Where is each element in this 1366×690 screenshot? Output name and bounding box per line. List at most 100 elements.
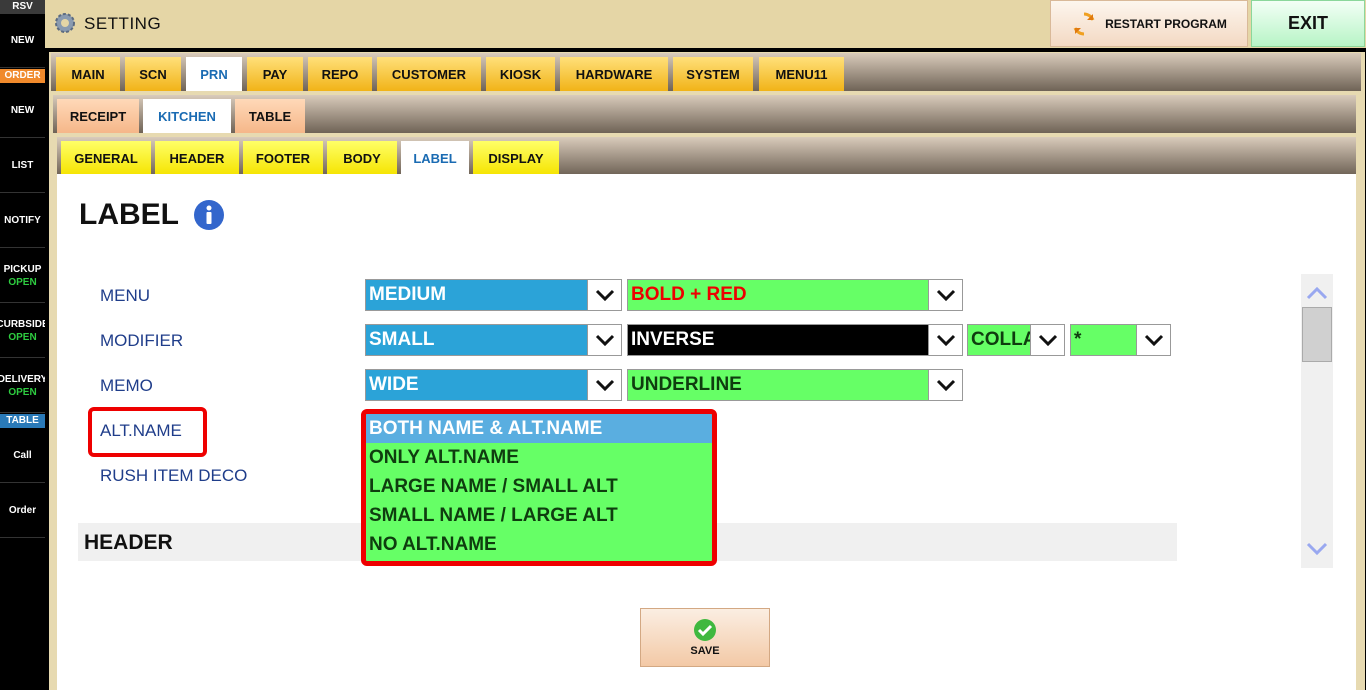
sidebar-item-rsv-new[interactable]: NEW — [0, 14, 45, 68]
sidebar-item-label: NEW — [10, 105, 35, 116]
dropdown-option[interactable]: LARGE NAME / SMALL ALT — [366, 472, 712, 501]
select-value: * — [1074, 329, 1082, 350]
gear-icon — [55, 13, 75, 33]
vertical-scrollbar[interactable] — [1301, 274, 1333, 568]
select-value: SMALL — [369, 329, 435, 350]
tabs-level1: MAIN SCN PRN PAY REPO CUSTOMER KIOSK HAR… — [51, 53, 1361, 91]
row-label-modifier: MODIFIER — [100, 331, 184, 350]
menu-style-select[interactable]: BOLD + RED — [627, 279, 963, 311]
tab-label[interactable]: LABEL — [401, 141, 469, 175]
row-label-memo: MEMO — [100, 376, 153, 395]
tab-prn[interactable]: PRN — [186, 57, 242, 91]
tab-kiosk[interactable]: KIOSK — [486, 57, 555, 91]
sidebar-item-label: NOTIFY — [4, 215, 41, 226]
modifier-style-select[interactable]: INVERSE — [627, 324, 963, 356]
chevron-down-icon — [587, 325, 621, 355]
dropdown-option[interactable]: SMALL NAME / LARGE ALT — [366, 501, 712, 530]
chevron-down-icon — [928, 370, 962, 400]
sidebar-header-order: ORDER — [0, 69, 45, 83]
sidebar-item-label: PICKUP — [3, 263, 42, 275]
sidebar-item-status: OPEN — [8, 331, 37, 343]
sidebar-item-order-new[interactable]: NEW — [0, 84, 45, 138]
sidebar-item-status: OPEN — [8, 386, 37, 398]
chevron-up-icon[interactable] — [1304, 280, 1330, 306]
memo-size-select[interactable]: WIDE — [365, 369, 622, 401]
tab-pay[interactable]: PAY — [247, 57, 303, 91]
restart-label: RESTART PROGRAM — [1105, 16, 1227, 31]
tab-general[interactable]: GENERAL — [61, 141, 151, 175]
select-value: INVERSE — [631, 329, 715, 350]
sidebar-item-status: OPEN — [8, 276, 37, 288]
tab-receipt[interactable]: RECEIPT — [57, 99, 139, 133]
section-title: LABEL — [79, 198, 179, 231]
modifier-collapse-select[interactable]: COLLAPSE — [967, 324, 1065, 356]
sidebar-item-list[interactable]: LIST — [0, 139, 45, 193]
tab-body[interactable]: BODY — [327, 141, 397, 175]
tab-kitchen[interactable]: KITCHEN — [143, 99, 231, 133]
menu-size-select[interactable]: MEDIUM — [365, 279, 622, 311]
tab-customer[interactable]: CUSTOMER — [377, 57, 481, 91]
modifier-size-select[interactable]: SMALL — [365, 324, 622, 356]
chevron-down-icon — [928, 325, 962, 355]
dropdown-option[interactable]: NO ALT.NAME — [366, 530, 712, 559]
row-label-rush-item-deco: RUSH ITEM DECO — [100, 466, 248, 485]
chevron-down-icon — [587, 370, 621, 400]
tab-header[interactable]: HEADER — [155, 141, 239, 175]
chevron-down-icon — [928, 280, 962, 310]
exit-button[interactable]: EXIT — [1251, 0, 1365, 47]
tabs-level3: GENERAL HEADER FOOTER BODY LABEL DISPLAY — [57, 137, 1356, 175]
checkmark-icon — [694, 619, 716, 641]
select-value: UNDERLINE — [631, 374, 742, 395]
select-value: COLLAPSE — [971, 329, 1030, 350]
refresh-icon — [1073, 12, 1095, 35]
tab-main[interactable]: MAIN — [56, 57, 120, 91]
select-value: MEDIUM — [369, 284, 447, 305]
info-icon[interactable] — [193, 199, 225, 231]
sidebar-item-label: NEW — [10, 35, 35, 46]
sidebar-item-call[interactable]: Call — [0, 429, 45, 483]
tab-repo[interactable]: REPO — [308, 57, 372, 91]
sidebar-header-table: TABLE — [0, 414, 45, 428]
chevron-down-icon — [1136, 325, 1170, 355]
row-label-menu: MENU — [100, 286, 151, 305]
row-label-alt-name: ALT.NAME — [100, 421, 182, 440]
chevron-down-icon — [587, 280, 621, 310]
top-bar: SETTING RESTART PROGRAM EXIT — [45, 0, 1366, 48]
sidebar-item-pickup[interactable]: PICKUP OPEN — [0, 249, 45, 303]
scroll-thumb[interactable] — [1302, 307, 1332, 362]
left-sidebar: RSV NEW ORDER NEW LIST NOTIFY PICKUP OPEN… — [0, 0, 45, 690]
content-area: LABEL MENU MODIFIER MEMO ALT.NAME RUSH I… — [57, 174, 1356, 690]
sidebar-item-label: DELIVERY — [0, 373, 45, 385]
page-title: SETTING — [84, 14, 162, 33]
save-label: SAVE — [690, 645, 720, 657]
tabs-level2: RECEIPT KITCHEN TABLE — [53, 95, 1356, 133]
tab-footer[interactable]: FOOTER — [243, 141, 323, 175]
sidebar-item-label: LIST — [11, 160, 34, 171]
sidebar-item-label: Order — [8, 505, 37, 516]
sidebar-item-curbside[interactable]: CURBSIDEOPEN — [0, 304, 45, 358]
sidebar-item-notify[interactable]: NOTIFY — [0, 194, 45, 248]
chevron-down-icon[interactable] — [1304, 536, 1330, 562]
chevron-down-icon — [1030, 325, 1064, 355]
select-value: BOLD + RED — [631, 284, 747, 305]
tab-display[interactable]: DISPLAY — [473, 141, 559, 175]
modifier-prefix-select[interactable]: * — [1070, 324, 1171, 356]
tab-scn[interactable]: SCN — [125, 57, 181, 91]
save-button[interactable]: SAVE — [640, 608, 770, 667]
tab-menu11[interactable]: MENU11 — [759, 57, 844, 91]
sidebar-item-order[interactable]: Order — [0, 484, 45, 538]
select-value: WIDE — [369, 374, 419, 395]
sidebar-header-rsv: RSV — [0, 0, 45, 14]
sidebar-item-label: CURBSIDE — [0, 318, 45, 330]
tab-table[interactable]: TABLE — [235, 99, 305, 133]
tab-system[interactable]: SYSTEM — [673, 57, 753, 91]
tab-hardware[interactable]: HARDWARE — [560, 57, 668, 91]
sidebar-item-delivery[interactable]: DELIVERY OPEN — [0, 359, 45, 413]
sidebar-item-label: Call — [13, 450, 32, 461]
dropdown-option[interactable]: BOTH NAME & ALT.NAME — [366, 414, 712, 443]
dropdown-option[interactable]: ONLY ALT.NAME — [366, 443, 712, 472]
alt-name-dropdown[interactable]: BOTH NAME & ALT.NAME ONLY ALT.NAME LARGE… — [361, 409, 717, 566]
restart-program-button[interactable]: RESTART PROGRAM — [1050, 0, 1248, 47]
section-header-title: HEADER — [84, 531, 173, 554]
memo-style-select[interactable]: UNDERLINE — [627, 369, 963, 401]
